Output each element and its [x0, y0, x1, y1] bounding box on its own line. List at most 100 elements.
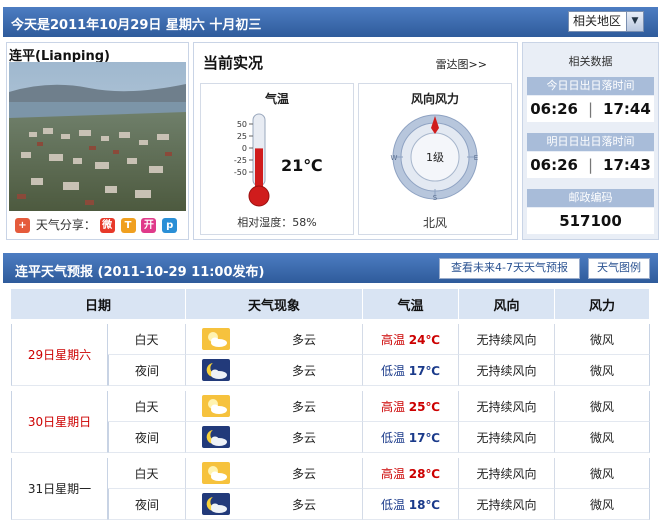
temp-label: 低温 — [380, 363, 405, 378]
today-date: 今天是2011年10月29日 星期六 十月初三 — [11, 18, 262, 33]
forecast-temp: 低温 17℃ — [363, 422, 459, 453]
header-date: 日期 — [11, 289, 186, 319]
forecast-wind-force: 微风 — [555, 391, 650, 422]
share-label: 天气分享： — [35, 218, 96, 232]
forecast-table: 日期 天气现象 气温 风向 风力 29日星期六 白天 多云 高温 24℃ 无持续风向 微风… — [11, 289, 650, 520]
forecast-wind-force: 微风 — [555, 324, 650, 355]
top-date-bar: 今天是2011年10月29日 星期六 十月初三 相关地区 ▼ — [3, 7, 658, 37]
forecast-temp: 高温 28℃ — [363, 458, 459, 489]
share-row: + 天气分享： 微 T 开 p — [15, 216, 179, 234]
city-panel: 连平(Lianping) + 天气分享： 微 T 开 p — [6, 42, 189, 240]
forecast-date: 30日星期日 — [11, 391, 108, 453]
partly-cloudy-day-icon — [186, 391, 246, 422]
zip-label: 邮政编码 — [527, 189, 654, 207]
forecast-weather: 多云 — [246, 489, 363, 520]
header-wind-force: 风力 — [555, 289, 650, 319]
svg-text:W: W — [391, 154, 398, 162]
forecast-header-bar: 连平天气预报 (2011-10-29 11:00发布) 查看未来4-7天天气预报… — [3, 253, 658, 283]
partly-cloudy-day-icon — [186, 324, 246, 355]
temperature-value: 21℃ — [281, 156, 323, 175]
compass-icon: 1级 S W E — [391, 114, 478, 202]
today-sun-label: 今日日出日落时间 — [527, 77, 654, 95]
forecast-header-row: 日期 天气现象 气温 风向 风力 — [11, 289, 650, 319]
forecast-wind-dir: 无持续风向 — [459, 489, 555, 520]
wind-direction: 北风 — [422, 216, 447, 230]
related-data-panel: 相关数据 今日日出日落时间 06:26 | 17:44 明日日出日落时间 06:26… — [522, 42, 659, 240]
temp-value: 28℃ — [408, 466, 441, 481]
temperature-box: 气温 50 25 0 -25 -50 21℃ 相对湿度：58% — [200, 83, 354, 235]
forecast-period: 夜间 — [108, 489, 186, 520]
forecast-weather: 多云 — [246, 355, 363, 386]
partly-cloudy-night-icon — [186, 489, 246, 520]
forecast-temp: 低温 17℃ — [363, 355, 459, 386]
region-select[interactable]: 相关地区 ▼ — [568, 11, 644, 32]
forecast-weather: 多云 — [246, 324, 363, 355]
wind-level: 1级 — [426, 151, 444, 164]
forecast-temp: 高温 24℃ — [363, 324, 459, 355]
thermometer-scale-label: -25 — [234, 156, 247, 165]
temp-label: 低温 — [380, 430, 405, 445]
weather-legend-button[interactable]: 天气图例 — [588, 258, 650, 279]
forecast-period: 白天 — [108, 391, 186, 422]
header-wind-dir: 风向 — [459, 289, 555, 319]
kaixin-icon[interactable]: 开 — [141, 218, 157, 233]
weibo-icon[interactable]: 微 — [99, 218, 115, 233]
related-title: 相关数据 — [568, 55, 613, 68]
radar-link[interactable]: 雷达图>> — [436, 56, 487, 72]
forecast-wind-force: 微风 — [555, 489, 650, 520]
forecast-wind-dir: 无持续风向 — [459, 391, 555, 422]
today-sun-times: 06:26 | 17:44 — [527, 96, 654, 122]
temp-label: 高温 — [380, 399, 405, 414]
renren-icon[interactable]: p — [162, 218, 178, 233]
humidity-text: 相对湿度：58% — [237, 216, 317, 229]
forecast-wind-dir: 无持续风向 — [459, 324, 555, 355]
thermometer-icon: 50 25 0 -25 -50 — [234, 113, 270, 207]
forecast-period: 夜间 — [108, 422, 186, 453]
forecast-period: 夜间 — [108, 355, 186, 386]
temp-value: 17℃ — [408, 363, 441, 378]
partly-cloudy-night-icon — [186, 422, 246, 453]
tomorrow-sun-times: 06:26 | 17:43 — [527, 152, 654, 178]
header-weather: 天气现象 — [186, 289, 363, 319]
forecast-period: 白天 — [108, 324, 186, 355]
temp-value: 24℃ — [408, 332, 441, 347]
partly-cloudy-night-icon — [186, 355, 246, 386]
forecast-wind-force: 微风 — [555, 422, 650, 453]
temp-value: 25℃ — [408, 399, 441, 414]
thermometer-scale-label: 25 — [237, 132, 247, 141]
thermometer-scale-label: 0 — [242, 144, 247, 153]
forecast-title: 连平天气预报 (2011-10-29 11:00发布) — [15, 265, 265, 280]
tomorrow-sun-label: 明日日出日落时间 — [527, 133, 654, 151]
forecast-weather: 多云 — [246, 391, 363, 422]
temp-value: 18℃ — [408, 497, 441, 512]
thermometer-scale-label: -50 — [234, 168, 247, 177]
partly-cloudy-day-icon — [186, 458, 246, 489]
region-select-label: 相关地区 — [573, 14, 622, 28]
forecast-date: 29日星期六 — [11, 324, 108, 386]
tianya-icon[interactable]: T — [120, 218, 136, 233]
forecast-wind-dir: 无持续风向 — [459, 458, 555, 489]
forecast-period: 白天 — [108, 458, 186, 489]
current-conditions-panel: 当前实况 雷达图>> 气温 50 25 0 -25 -50 21℃ 相对湿度：58% 风… — [193, 42, 518, 240]
forecast-wind-force: 微风 — [555, 458, 650, 489]
forecast-wind-dir: 无持续风向 — [459, 422, 555, 453]
current-title: 当前实况 — [203, 54, 264, 72]
forecast-date: 31日星期一 — [11, 458, 108, 520]
plus-icon[interactable]: + — [15, 218, 30, 233]
forecast-temp: 低温 18℃ — [363, 489, 459, 520]
chevron-down-icon[interactable]: ▼ — [626, 12, 643, 31]
forecast-row: 31日星期一 白天多云 高温 28℃ 无持续风向 微风 — [11, 458, 650, 520]
forecast-wind-force: 微风 — [555, 355, 650, 386]
view-4-7-day-forecast-button[interactable]: 查看未来4-7天天气预报 — [439, 258, 580, 279]
svg-text:S: S — [433, 194, 438, 202]
wind-title: 风向风力 — [410, 92, 459, 106]
header-temp: 气温 — [363, 289, 459, 319]
temperature-title: 气温 — [264, 92, 289, 106]
temp-label: 低温 — [380, 497, 405, 512]
forecast-row: 30日星期日 白天 多云 高温 25℃ 无持续风向 微风 — [11, 391, 650, 453]
thermometer-scale-label: 50 — [237, 120, 247, 129]
forecast-weather: 多云 — [246, 422, 363, 453]
city-photo — [9, 62, 186, 211]
zip-value: 517100 — [527, 208, 654, 234]
forecast-row: 29日星期六 白天 多云 高温 24℃ 无持续风向 微风 — [11, 324, 650, 386]
